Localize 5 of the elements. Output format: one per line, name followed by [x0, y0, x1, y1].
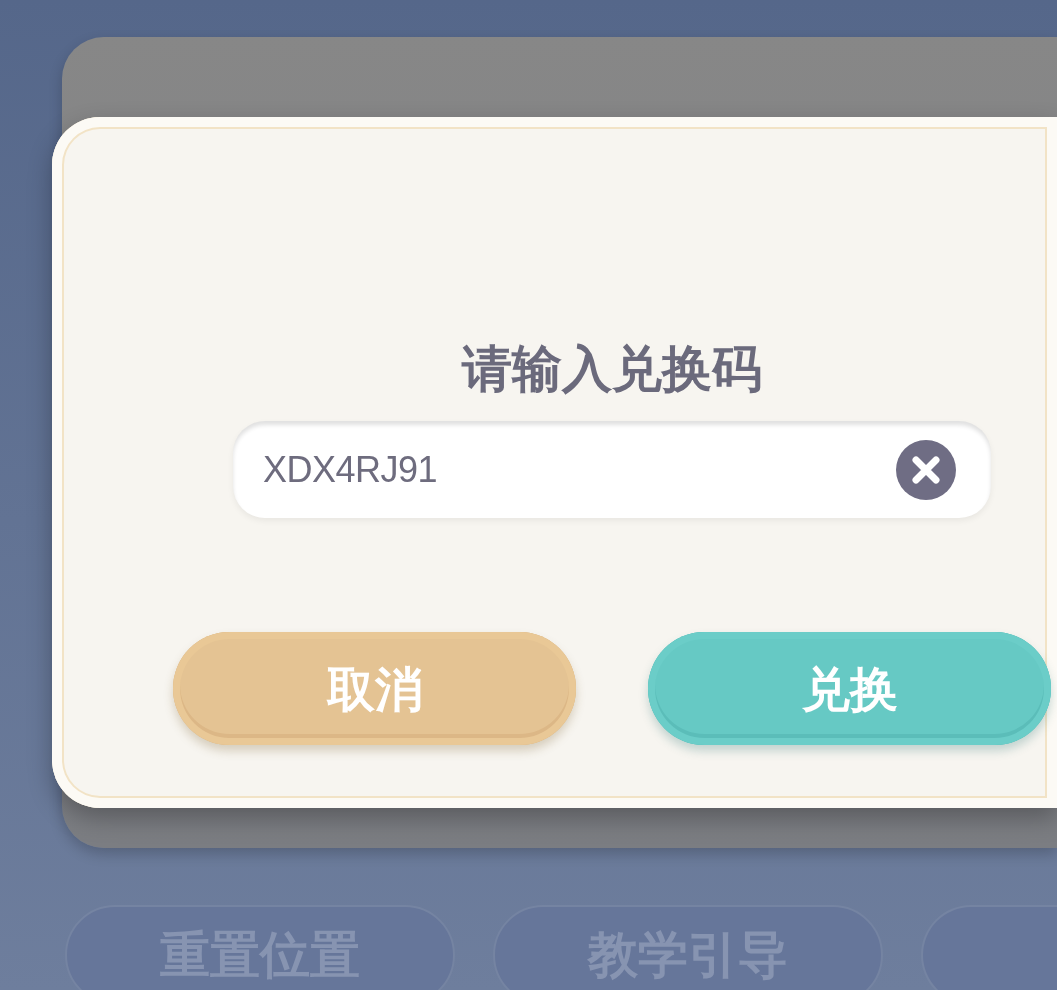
redeem-button[interactable]: 兑换: [648, 632, 1051, 745]
clear-icon[interactable]: [896, 440, 956, 500]
code-input-field[interactable]: XDX4RJ91: [233, 421, 991, 518]
cancel-button[interactable]: 取消: [173, 632, 576, 745]
dialog-title: 请输入兑换码: [462, 339, 762, 399]
